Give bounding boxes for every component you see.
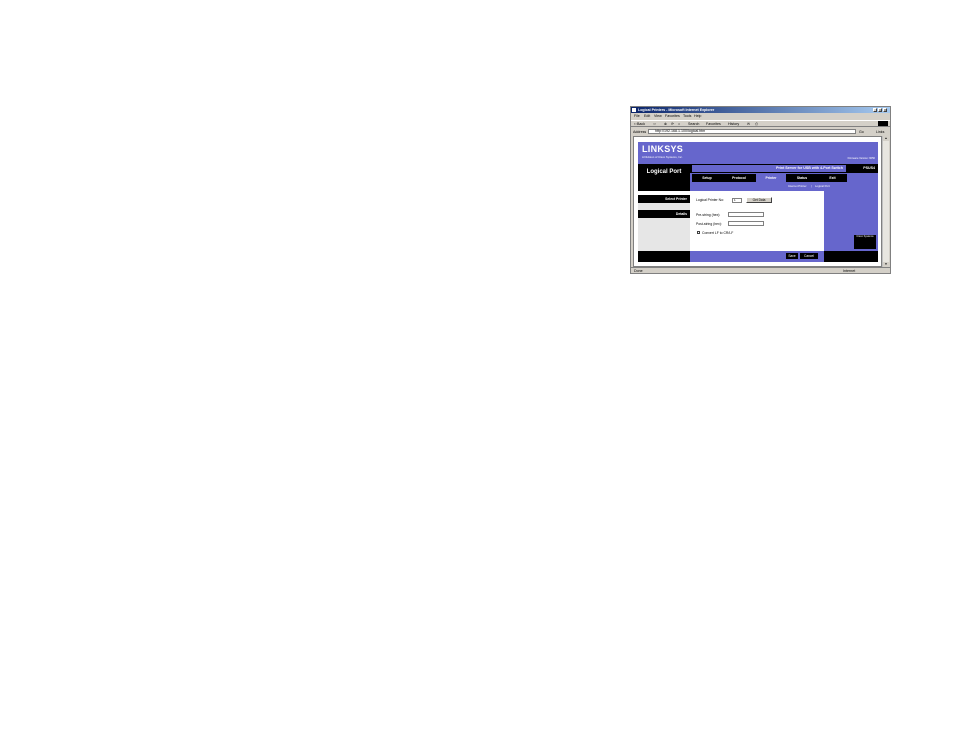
get-data-button[interactable]: Get Data	[746, 197, 772, 203]
brand-subtitle: A Division of Cisco Systems, Inc.	[642, 155, 683, 159]
linksys-page: LINKSYS A Division of Cisco Systems, Inc…	[638, 142, 878, 262]
details-header: Details	[638, 210, 690, 218]
address-input[interactable]: http://192.168.1.100/logical.htm	[648, 129, 856, 134]
status-bar: Done Internet	[631, 267, 890, 273]
go-button[interactable]: Go	[859, 130, 864, 134]
save-button[interactable]: Save	[786, 253, 798, 259]
home-icon[interactable]: ⌂	[678, 122, 680, 126]
scroll-up-icon[interactable]: ▲	[883, 136, 889, 141]
menu-edit[interactable]: Edit	[644, 114, 650, 118]
footer-middle: Save Cancel	[690, 251, 824, 262]
menu-bar: File Edit View Favorites Tools Help	[631, 113, 890, 126]
subtab-separator: |	[811, 184, 812, 188]
select-printer-header: Select Printer	[638, 195, 690, 203]
favorites-button[interactable]: Favorites	[706, 122, 721, 126]
tab-row: Setup Protocol Printer Status Exit	[692, 174, 847, 182]
right-panel: Cisco Systems	[824, 191, 878, 251]
convert-lf-label: Convert LF to CR/LF	[702, 230, 734, 235]
subtab-internet-printer[interactable]: Internet Printer	[788, 184, 807, 188]
address-bar: Address http://192.168.1.100/logical.htm…	[631, 128, 890, 135]
tab-exit[interactable]: Exit	[818, 174, 847, 182]
search-button[interactable]: Search	[688, 122, 699, 126]
zone-text: Internet	[843, 268, 856, 273]
pre-string-label: Pre-string (hex):	[696, 213, 721, 217]
post-string-label: Post-string (hex):	[696, 222, 722, 226]
menu-view[interactable]: View	[654, 114, 662, 118]
menu-tools[interactable]: Tools	[683, 114, 691, 118]
left-sidebar: Select Printer Details	[638, 195, 690, 251]
cancel-button[interactable]: Cancel	[800, 253, 818, 259]
product-name: Print Server for USB with 4-Port Switch	[692, 165, 846, 172]
tab-printer[interactable]: Printer	[756, 174, 786, 182]
ie-icon	[632, 108, 636, 112]
window-title: Logical Printers - Microsoft Internet Ex…	[638, 107, 715, 112]
section-title: Logical Port	[646, 169, 682, 175]
logical-printer-label: Logical Printer No:	[696, 198, 724, 202]
footer-bar: Save Cancel	[638, 251, 878, 262]
print-icon[interactable]: ⎙	[755, 122, 758, 126]
close-button[interactable]: ×	[883, 108, 887, 112]
menu-help[interactable]: Help	[694, 114, 701, 118]
product-bar: Print Server for USB with 4-Port Switch …	[690, 164, 878, 173]
menu-file[interactable]: File	[634, 114, 640, 118]
maximize-button[interactable]: □	[878, 108, 882, 112]
address-label: Address	[633, 129, 647, 134]
stop-icon[interactable]: ⊗	[664, 122, 667, 126]
cisco-logo: Cisco Systems	[854, 235, 876, 249]
toolbar: ⇦Back ⇨ ⊗ ⟳ ⌂ Search Favorites History ✉…	[631, 120, 890, 127]
tab-status[interactable]: Status	[786, 174, 818, 182]
main-form: Logical Printer No: 1 Get Data Pre-strin…	[690, 195, 824, 251]
linksys-logo: LINKSYS	[642, 144, 684, 154]
logical-printer-select[interactable]: 1	[732, 198, 742, 203]
mail-icon[interactable]: ✉	[747, 122, 750, 126]
subtab-logical-port[interactable]: Logical Port	[815, 184, 830, 188]
section-title-box: Logical Port	[638, 164, 690, 191]
post-string-input[interactable]	[728, 221, 764, 226]
refresh-icon[interactable]: ⟳	[671, 122, 674, 126]
firmware-version: Firmware Version: 6050	[847, 157, 875, 160]
status-text: Done	[634, 268, 643, 273]
minimize-button[interactable]: _	[873, 108, 877, 112]
page-viewport: LINKSYS A Division of Cisco Systems, Inc…	[633, 136, 882, 267]
sub-tabs: Internet Printer | Logical Port	[690, 182, 878, 191]
browser-window: Logical Printers - Microsoft Internet Ex…	[630, 106, 891, 274]
history-button[interactable]: History	[728, 122, 739, 126]
convert-lf-checkbox[interactable]	[697, 231, 700, 234]
model-number: PSUS4	[863, 166, 875, 170]
tab-setup[interactable]: Setup	[692, 174, 722, 182]
tab-protocol[interactable]: Protocol	[722, 174, 756, 182]
forward-button[interactable]: ⇨	[653, 122, 656, 126]
menu-favorites[interactable]: Favorites	[665, 114, 680, 118]
links-button[interactable]: Links	[876, 130, 884, 134]
vertical-scrollbar[interactable]: ▲ ▼	[882, 136, 889, 267]
back-button[interactable]: ⇦Back	[634, 122, 645, 126]
nav-tabs: Setup Protocol Printer Status Exit	[690, 173, 878, 182]
pre-string-input[interactable]	[728, 212, 764, 217]
